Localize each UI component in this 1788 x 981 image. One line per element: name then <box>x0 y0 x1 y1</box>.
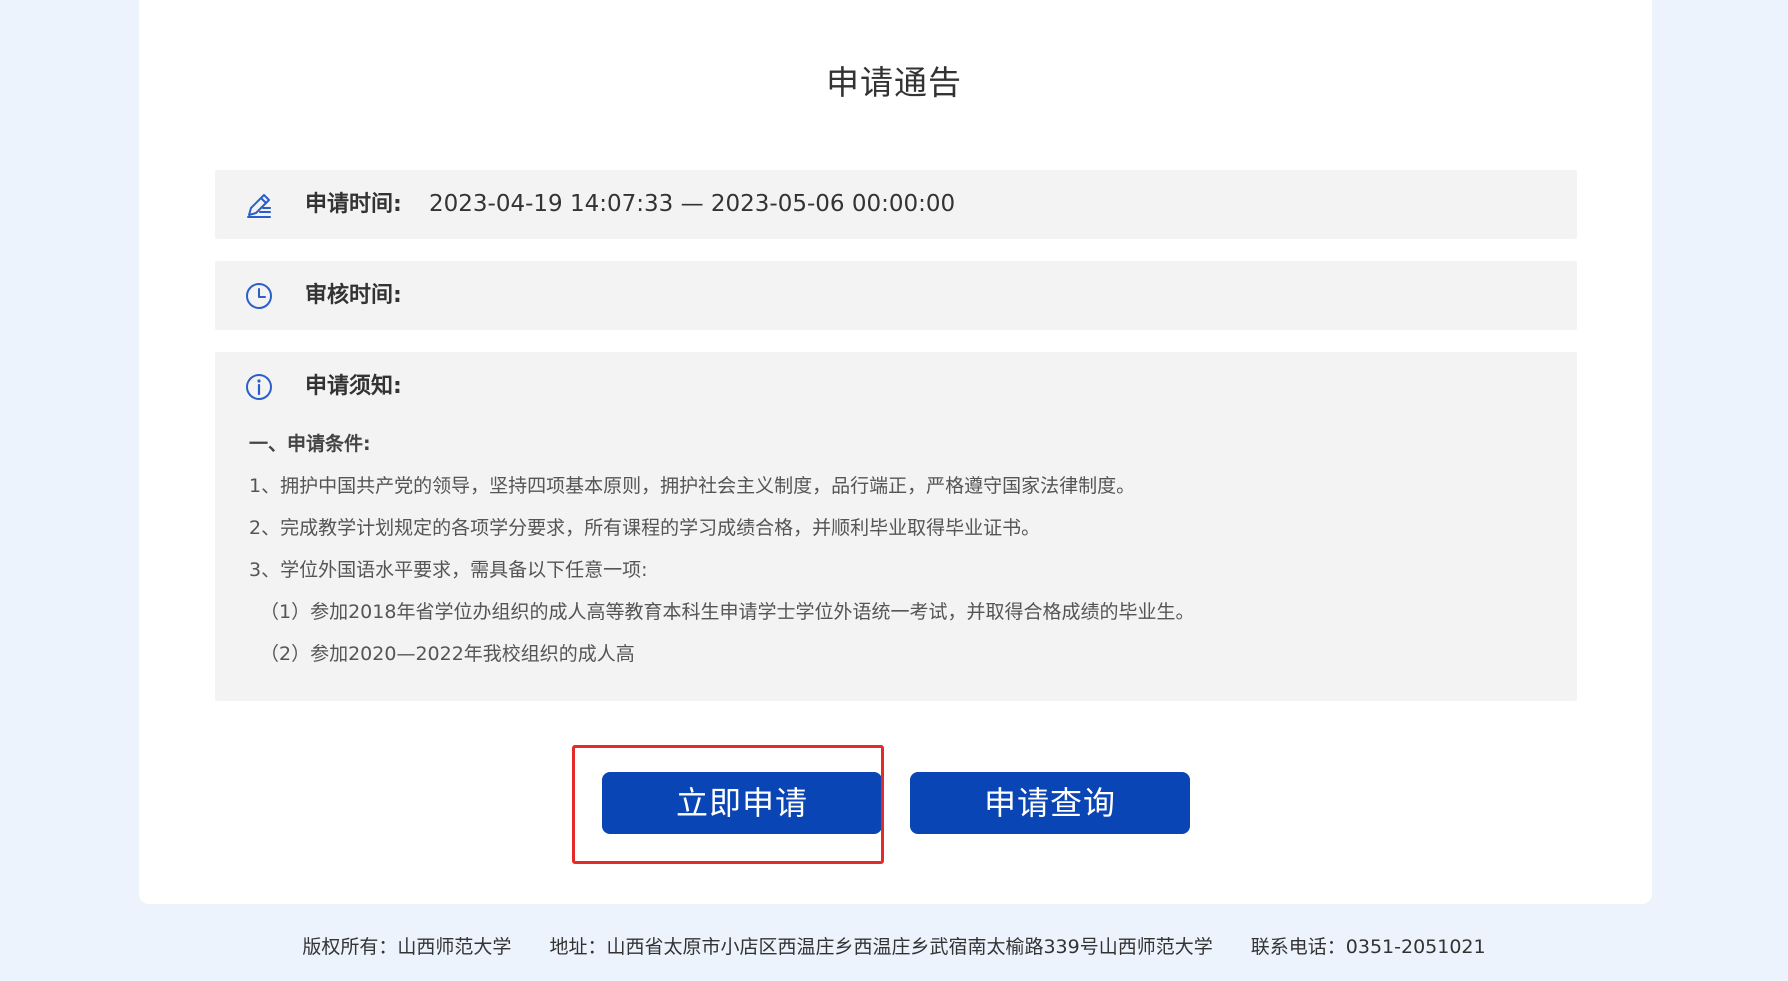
review-time-label: 审核时间: <box>305 283 402 308</box>
highlight-annotation <box>572 745 884 864</box>
pen-edit-icon <box>247 194 271 218</box>
review-time-row: 审核时间: <box>215 261 1577 330</box>
notice-item: 2、完成教学计划规定的各项学分要求，所有课程的学习成绩合格，并顺利毕业取得毕业证… <box>249 517 1041 539</box>
footer-copyright: 版权所有：山西师范大学 <box>302 936 512 958</box>
apply-time-value: 2023-04-19 14:07:33 — 2023-05-06 00:00:0… <box>429 191 956 217</box>
notice-item: 1、拥护中国共产党的领导，坚持四项基本原则，拥护社会主义制度，品行端正，严格遵守… <box>249 475 1136 497</box>
notice-label: 申请须知: <box>305 374 402 399</box>
notice-subitem: （2）参加2020—2022年我校组织的成人高 <box>260 643 635 665</box>
notice-panel: 申请须知: 一、申请条件: 1、拥护中国共产党的领导，坚持四项基本原则，拥护社会… <box>215 352 1577 701</box>
notice-subitem: （1）参加2018年省学位办组织的成人高等教育本科生申请学士学位外语统一考试，并… <box>260 601 1195 623</box>
info-circle-icon <box>246 374 272 400</box>
notice-content: 一、申请条件: 1、拥护中国共产党的领导，坚持四项基本原则，拥护社会主义制度，品… <box>249 430 1549 682</box>
footer-address: 地址：山西省太原市小店区西温庄乡西温庄乡武宿南太榆路339号山西师范大学 <box>549 936 1213 958</box>
page-title: 申请通告 <box>826 63 962 102</box>
clock-icon <box>246 283 272 309</box>
apply-time-label: 申请时间: <box>305 192 402 217</box>
apply-query-button[interactable]: 申请查询 <box>910 772 1190 834</box>
footer-phone: 联系电话：0351-2051021 <box>1250 936 1486 958</box>
apply-time-row: 申请时间: 2023-04-19 14:07:33 — 2023-05-06 0… <box>215 170 1577 239</box>
notice-heading: 一、申请条件: <box>249 433 371 455</box>
footer: 版权所有：山西师范大学 地址：山西省太原市小店区西温庄乡西温庄乡武宿南太榆路33… <box>0 933 1788 961</box>
notice-item: 3、学位外国语水平要求，需具备以下任意一项: <box>249 559 648 581</box>
